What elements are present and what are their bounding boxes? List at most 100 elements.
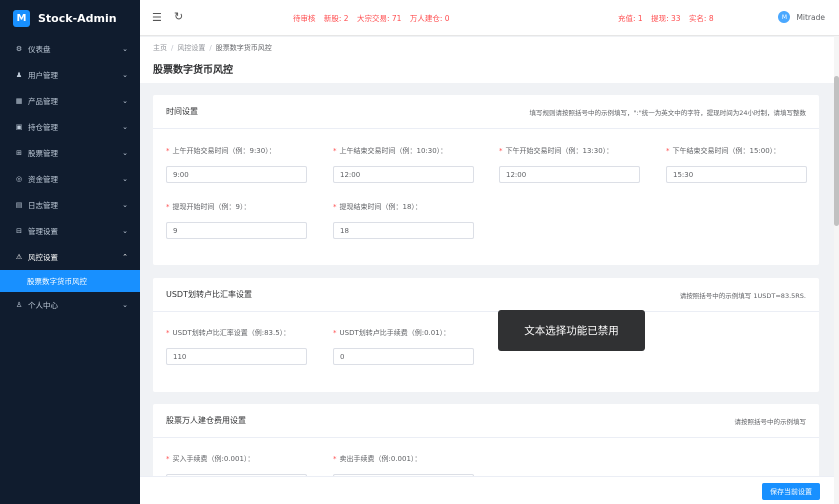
stock-icon: ⊞: [16, 149, 22, 157]
save-bar: 保存当前设置: [140, 476, 834, 504]
pm-end-input[interactable]: [666, 166, 807, 183]
notice-crowd-position[interactable]: 万人建仓: 0: [410, 14, 450, 23]
required-mark: *: [166, 329, 170, 337]
chevron-down-icon: ⌄: [122, 227, 128, 235]
required-mark: *: [166, 147, 170, 155]
field-label-text: USDT划转卢比汇率设置（例:83.5）：: [172, 329, 291, 337]
sidebar-item-label: 风控设置: [28, 252, 58, 262]
sidebar-item-label: 个人中心: [28, 300, 58, 310]
required-mark: *: [333, 203, 337, 211]
field-label-text: 提现结束时间（例：18）：: [339, 203, 422, 211]
field-label-text: USDT划转卢比手续费（例:0.01）：: [339, 329, 451, 337]
refresh-icon[interactable]: ↻: [174, 10, 183, 23]
required-mark: *: [333, 147, 337, 155]
warning-icon: ⚠: [15, 253, 23, 261]
chevron-down-icon: ⌄: [122, 301, 128, 309]
toast-message: 文本选择功能已禁用: [498, 310, 645, 351]
logo[interactable]: M Stock-Admin: [0, 0, 140, 36]
required-mark: *: [166, 203, 170, 211]
sidebar-item-stocks[interactable]: ⊞ 股票管理 ⌄: [0, 140, 140, 166]
field-pm-end: * 下午结束交易时间（例：15:00）：: [666, 146, 807, 183]
scrollbar-track[interactable]: [834, 36, 839, 504]
sidebar-item-logs[interactable]: ▤ 日志管理 ⌄: [0, 192, 140, 218]
user-name: Mitrade: [796, 12, 825, 22]
sidebar-item-label: 资金管理: [28, 174, 58, 184]
save-button[interactable]: 保存当前设置: [762, 483, 820, 500]
notice-ipo[interactable]: 新股: 2: [324, 14, 349, 23]
page-title: 股票数字货币风控: [153, 65, 233, 76]
user-icon: ♟: [15, 71, 23, 79]
dashboard-icon: ⚙: [15, 45, 23, 53]
required-mark: *: [333, 329, 337, 337]
chevron-down-icon: ⌄: [122, 201, 128, 209]
field-label: * USDT划转卢比手续费（例:0.01）：: [333, 328, 474, 338]
sidebar-item-users[interactable]: ♟ 用户管理 ⌄: [0, 62, 140, 88]
sidebar-item-label: 产品管理: [28, 96, 58, 106]
withdraw-start-input[interactable]: [166, 222, 307, 239]
person-icon: ♙: [15, 301, 23, 309]
sidebar-item-label: 仪表盘: [28, 44, 51, 54]
chevron-down-icon: ⌄: [122, 71, 128, 79]
breadcrumb-separator: /: [209, 44, 212, 52]
breadcrumb-current: 股票数字货币风控: [215, 44, 272, 52]
position-icon: ▣: [15, 123, 23, 131]
required-mark: *: [333, 455, 337, 463]
finance-notice-bar: 充值: 1 提现: 33 实名: 8: [618, 13, 720, 24]
sidebar-subitem-stock-crypto-risk[interactable]: 股票数字货币风控: [0, 270, 140, 292]
card-header: 时间设置 填写规则请按照括号中的示例填写，":"统一为英文中的字符，提现时间为2…: [153, 95, 819, 129]
settings-icon: ⊟: [16, 227, 22, 235]
card-hint: 填写规则请按照括号中的示例填写，":"统一为英文中的字符，提现时间为24小时制，…: [529, 108, 806, 117]
sidebar-item-dashboard[interactable]: ⚙ 仪表盘 ⌄: [0, 36, 140, 62]
app-title: Stock-Admin: [38, 11, 117, 25]
breadcrumb-home[interactable]: 主页: [153, 44, 167, 52]
field-label: * 提现结束时间（例：18）：: [333, 202, 474, 212]
sidebar-item-products[interactable]: ▦ 产品管理 ⌄: [0, 88, 140, 114]
sidebar: M Stock-Admin ⚙ 仪表盘 ⌄ ♟ 用户管理 ⌄ ▦ 产品管理 ⌄ …: [0, 0, 140, 504]
am-end-input[interactable]: [333, 166, 474, 183]
usdt-rate-input[interactable]: [166, 348, 307, 365]
user-menu[interactable]: M Mitrade: [778, 11, 825, 23]
sidebar-item-label: 管理设置: [28, 226, 58, 236]
scrollbar-thumb[interactable]: [834, 76, 839, 226]
page-header: 主页 / 风控设置 / 股票数字货币风控 股票数字货币风控: [140, 37, 834, 83]
sidebar-item-positions[interactable]: ▣ 持仓管理 ⌄: [0, 114, 140, 140]
sidebar-item-admin-settings[interactable]: ⊟ 管理设置 ⌄: [0, 218, 140, 244]
usdt-fee-input[interactable]: [333, 348, 474, 365]
menu-fold-icon[interactable]: ☰: [152, 11, 162, 24]
breadcrumb-parent[interactable]: 风控设置: [177, 44, 205, 52]
sidebar-item-profile[interactable]: ♙ 个人中心 ⌄: [0, 292, 140, 318]
notice-bar: 待审核 新股: 2 大宗交易: 71 万人建仓: 0: [293, 13, 456, 24]
field-usdt-rate: * USDT划转卢比汇率设置（例:83.5）：: [166, 328, 307, 365]
chevron-down-icon: ⌄: [122, 45, 128, 53]
notice-block-trade[interactable]: 大宗交易: 71: [357, 14, 401, 23]
card-hint: 请按照括号中的示例填写 1USDT=83.5RS.: [679, 291, 806, 300]
sidebar-menu: ⚙ 仪表盘 ⌄ ♟ 用户管理 ⌄ ▦ 产品管理 ⌄ ▣ 持仓管理 ⌄ ⊞ 股票管…: [0, 36, 140, 318]
sidebar-item-label: 股票管理: [28, 148, 58, 158]
chevron-down-icon: ⌄: [122, 149, 128, 157]
field-label: * 卖出手续费（例:0.001）：: [333, 454, 474, 464]
field-usdt-fee: * USDT划转卢比手续费（例:0.01）：: [333, 328, 474, 365]
field-label-text: 下午结束交易时间（例：15:00）：: [672, 147, 781, 155]
field-label: * 买入手续费（例:0.001）：: [166, 454, 307, 464]
chevron-up-icon: ⌃: [122, 253, 128, 261]
pm-start-input[interactable]: [499, 166, 640, 183]
field-label: * 上午开始交易时间（例：9:30）：: [166, 146, 307, 156]
sidebar-item-funds[interactable]: ◎ 资金管理 ⌄: [0, 166, 140, 192]
topbar: ☰ ↻ 待审核 新股: 2 大宗交易: 71 万人建仓: 0 充值: 1 提现:…: [140, 0, 839, 36]
field-label: * USDT划转卢比汇率设置（例:83.5）：: [166, 328, 307, 338]
notice-kyc[interactable]: 实名: 8: [689, 14, 714, 23]
notice-pending-review[interactable]: 待审核: [293, 14, 316, 23]
required-mark: *: [166, 455, 170, 463]
card-hint: 请按照括号中的示例填写: [734, 417, 807, 426]
required-mark: *: [666, 147, 670, 155]
withdraw-end-input[interactable]: [333, 222, 474, 239]
breadcrumb-separator: /: [171, 44, 174, 52]
field-label-text: 上午结束交易时间（例：10:30）：: [339, 147, 448, 155]
notice-deposit[interactable]: 充值: 1: [618, 14, 643, 23]
field-label: * 上午结束交易时间（例：10:30）：: [333, 146, 474, 156]
chevron-down-icon: ⌄: [122, 123, 128, 131]
notice-withdraw[interactable]: 提现: 33: [651, 14, 680, 23]
am-start-input[interactable]: [166, 166, 307, 183]
sidebar-item-risk-settings[interactable]: ⚠ 风控设置 ⌃: [0, 244, 140, 270]
field-withdraw-start: * 提现开始时间（例：9）：: [166, 202, 307, 239]
